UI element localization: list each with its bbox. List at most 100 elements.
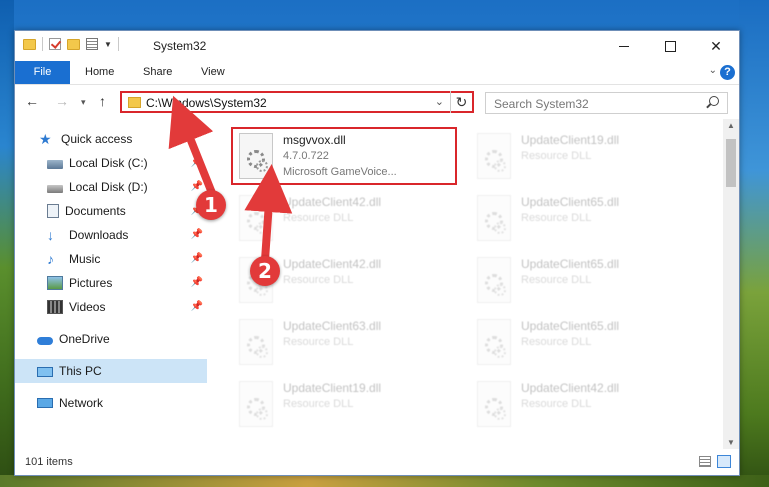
customize-toolbar-chevron-icon[interactable]: ▼ bbox=[104, 40, 112, 49]
file-name: UpdateClient42.dll bbox=[283, 257, 382, 271]
file-name: UpdateClient65.dll bbox=[521, 319, 620, 333]
tab-home[interactable]: Home bbox=[71, 61, 128, 84]
dll-file-icon bbox=[239, 319, 273, 365]
sidebar-item-downloads[interactable]: ↓ Downloads 📌 bbox=[15, 223, 207, 247]
help-icon[interactable]: ? bbox=[720, 65, 735, 80]
maximize-button[interactable] bbox=[647, 31, 693, 61]
pin-icon[interactable]: 📌 bbox=[191, 181, 203, 192]
file-item[interactable]: UpdateClient65.dll Resource DLL bbox=[469, 191, 689, 251]
scrollbar-thumb[interactable] bbox=[726, 139, 736, 187]
file-item[interactable]: UpdateClient19.dll Resource DLL bbox=[469, 129, 689, 189]
file-name: UpdateClient65.dll bbox=[521, 195, 620, 209]
sidebar-item-quick-access[interactable]: ★ Quick access bbox=[15, 127, 207, 151]
file-item[interactable]: UpdateClient42.dll Resource DLL bbox=[469, 377, 689, 437]
desktop-wallpaper-left bbox=[0, 0, 14, 487]
tab-view[interactable]: View bbox=[187, 61, 239, 84]
download-icon: ↓ bbox=[47, 227, 54, 243]
file-item[interactable]: UpdateClient65.dll Resource DLL bbox=[469, 253, 689, 313]
pin-icon[interactable]: 📌 bbox=[191, 301, 203, 312]
file-type: Resource DLL bbox=[283, 274, 354, 286]
sidebar-item-label: Quick access bbox=[61, 132, 133, 146]
file-list: msgvvox.dll 4.7.0.722 Microsoft GameVoic… bbox=[207, 119, 723, 449]
file-item[interactable]: UpdateClient63.dll Resource DLL bbox=[231, 315, 451, 375]
back-arrow-icon[interactable]: ← bbox=[25, 93, 39, 109]
pin-icon[interactable]: 📌 bbox=[191, 277, 203, 288]
pin-icon[interactable]: 📌 bbox=[191, 157, 203, 168]
scroll-up-icon[interactable]: ▲ bbox=[727, 121, 735, 130]
search-input[interactable]: Search System32 bbox=[494, 97, 589, 111]
search-box[interactable]: Search System32 bbox=[485, 92, 728, 114]
sidebar-item-network[interactable]: Network bbox=[15, 391, 207, 415]
sidebar-item-local-disk-c[interactable]: Local Disk (C:) 📌 bbox=[15, 151, 207, 175]
close-button[interactable]: ✕ bbox=[693, 31, 739, 61]
sidebar-item-label: OneDrive bbox=[59, 332, 110, 346]
sidebar-item-music[interactable]: ♪ Music 📌 bbox=[15, 247, 207, 271]
annotation-badge-1: 1 bbox=[196, 190, 226, 220]
search-icon[interactable] bbox=[709, 96, 719, 106]
sidebar-item-pictures[interactable]: Pictures 📌 bbox=[15, 271, 207, 295]
sidebar-item-documents[interactable]: Documents 📌 bbox=[15, 199, 207, 223]
folder-icon bbox=[23, 38, 36, 50]
dll-file-icon bbox=[477, 381, 511, 427]
status-bar: 101 items bbox=[15, 449, 739, 475]
address-dropdown-chevron-icon[interactable]: ⌄ bbox=[435, 95, 444, 108]
ribbon-tabs: File Home Share View ⌄ ? bbox=[15, 61, 739, 85]
drive-icon bbox=[47, 160, 63, 169]
onedrive-icon bbox=[37, 336, 53, 345]
sidebar-item-label: Documents bbox=[65, 204, 126, 218]
file-type: Resource DLL bbox=[283, 212, 354, 224]
address-bar[interactable]: C:\Windows\System32 ⌄ ↻ bbox=[120, 91, 474, 113]
title-bar: ▼ System32 ✕ bbox=[15, 31, 739, 61]
separator bbox=[117, 37, 119, 51]
quick-access-toolbar: ▼ bbox=[23, 37, 119, 51]
music-icon: ♪ bbox=[47, 251, 54, 267]
sidebar-item-label: Videos bbox=[69, 300, 106, 314]
vertical-scrollbar[interactable]: ▲ ▼ bbox=[723, 119, 739, 449]
tab-share[interactable]: Share bbox=[129, 61, 186, 84]
dll-file-icon bbox=[477, 319, 511, 365]
refresh-icon[interactable]: ↻ bbox=[450, 91, 472, 113]
sidebar-item-label: This PC bbox=[59, 364, 102, 378]
address-path[interactable]: C:\Windows\System32 bbox=[146, 96, 267, 110]
star-icon: ★ bbox=[39, 131, 52, 147]
recent-locations-chevron-icon[interactable]: ▾ bbox=[81, 97, 86, 108]
file-type: Resource DLL bbox=[283, 336, 354, 348]
sidebar-item-label: Local Disk (D:) bbox=[69, 180, 148, 194]
file-type: Resource DLL bbox=[283, 398, 354, 410]
up-arrow-icon[interactable]: ↑ bbox=[99, 93, 106, 109]
tab-file[interactable]: File bbox=[15, 61, 70, 84]
sidebar-item-label: Local Disk (C:) bbox=[69, 156, 148, 170]
new-folder-icon[interactable] bbox=[67, 38, 80, 50]
navigation-bar: ← → ▾ ↑ C:\Windows\System32 ⌄ ↻ Search S… bbox=[15, 85, 739, 119]
desktop-wallpaper-right bbox=[739, 0, 769, 487]
file-item[interactable]: UpdateClient65.dll Resource DLL bbox=[469, 315, 689, 375]
file-name: UpdateClient42.dll bbox=[521, 381, 620, 395]
dll-file-icon bbox=[477, 195, 511, 241]
large-icons-view-icon[interactable] bbox=[717, 455, 731, 468]
sidebar-item-this-pc[interactable]: This PC bbox=[15, 359, 207, 383]
sidebar-item-onedrive[interactable]: OneDrive bbox=[15, 327, 207, 351]
file-name: UpdateClient65.dll bbox=[521, 257, 620, 271]
file-name: UpdateClient63.dll bbox=[283, 319, 382, 333]
details-view-icon[interactable] bbox=[699, 456, 711, 467]
item-count: 101 items bbox=[25, 456, 73, 468]
documents-icon bbox=[47, 204, 59, 218]
scroll-down-icon[interactable]: ▼ bbox=[727, 438, 735, 447]
pin-icon[interactable]: 📌 bbox=[191, 229, 203, 240]
expand-ribbon-chevron-icon[interactable]: ⌄ bbox=[709, 65, 717, 76]
dll-file-icon bbox=[239, 195, 273, 241]
sidebar-item-videos[interactable]: Videos 📌 bbox=[15, 295, 207, 319]
drive-icon bbox=[47, 185, 63, 193]
file-item[interactable]: UpdateClient42.dll Resource DLL bbox=[231, 191, 451, 251]
forward-arrow-icon[interactable]: → bbox=[55, 93, 69, 109]
file-item[interactable]: UpdateClient19.dll Resource DLL bbox=[231, 377, 451, 437]
file-name: UpdateClient42.dll bbox=[283, 195, 382, 209]
minimize-button[interactable] bbox=[601, 31, 647, 61]
dll-file-icon bbox=[239, 381, 273, 427]
sidebar-item-local-disk-d[interactable]: Local Disk (D:) 📌 bbox=[15, 175, 207, 199]
properties-check-icon[interactable] bbox=[49, 38, 61, 50]
file-type: Resource DLL bbox=[521, 274, 592, 286]
pin-icon[interactable]: 📌 bbox=[191, 253, 203, 264]
properties-icon[interactable] bbox=[86, 38, 98, 50]
sidebar-item-label: Music bbox=[69, 252, 101, 266]
